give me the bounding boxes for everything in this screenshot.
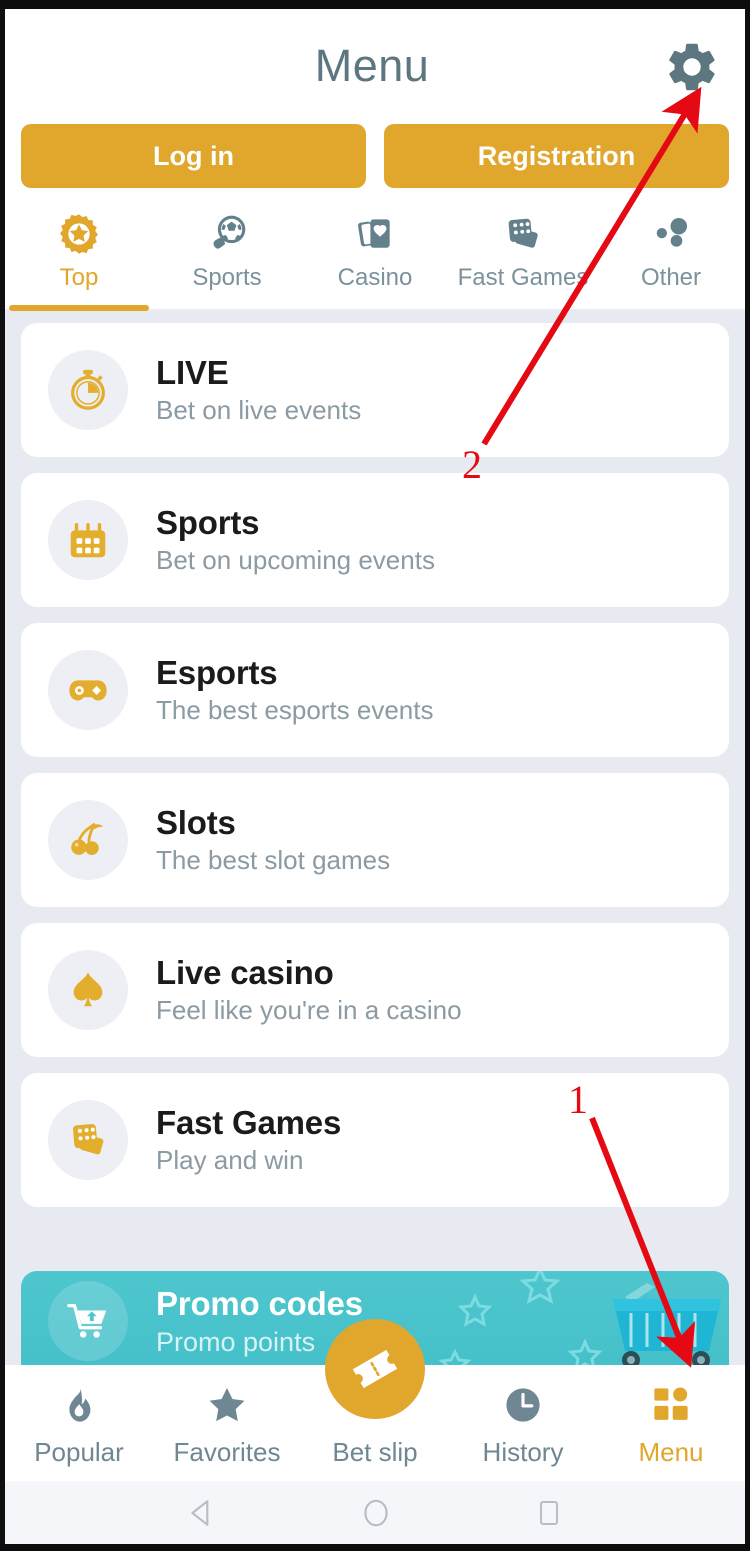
menu-item-title: LIVE bbox=[156, 353, 229, 391]
menu-item-sports[interactable]: Sports Bet on upcoming events bbox=[21, 473, 729, 607]
shopping-basket-art bbox=[438, 1271, 721, 1365]
app-container: Menu Log in Registration Top Sports Casi… bbox=[5, 9, 745, 1544]
tab-top[interactable]: Top bbox=[5, 207, 153, 311]
nav-item-favorites[interactable]: Favorites bbox=[153, 1365, 301, 1481]
tab-fast-games[interactable]: Fast Games bbox=[449, 207, 597, 309]
menu-item-text: Fast Games Play and win bbox=[156, 1104, 341, 1177]
playing-cards-icon bbox=[353, 209, 397, 259]
gear-icon bbox=[669, 43, 715, 91]
spade-icon bbox=[48, 950, 128, 1030]
nav-label: History bbox=[482, 1436, 564, 1467]
triangle-back-icon[interactable] bbox=[185, 1496, 219, 1530]
registration-button[interactable]: Registration bbox=[384, 124, 729, 188]
menu-item-text: LIVE Bet on live events bbox=[156, 354, 361, 427]
tab-label: Sports bbox=[192, 264, 262, 291]
dice-cards-icon bbox=[501, 209, 545, 259]
menu-item-subtitle: Feel like you're in a casino bbox=[156, 995, 462, 1026]
auth-buttons-row: Log in Registration bbox=[5, 124, 745, 188]
dots-cluster-icon bbox=[649, 209, 693, 259]
tab-other[interactable]: Other bbox=[597, 207, 745, 309]
tab-label: Top bbox=[59, 264, 99, 291]
menu-item-live-casino[interactable]: Live casino Feel like you're in a casino bbox=[21, 923, 729, 1057]
gamepad-icon bbox=[48, 650, 128, 730]
bottom-navigation: Popular Favorites Bet slip History Menu bbox=[5, 1319, 745, 1481]
android-system-bar bbox=[5, 1481, 745, 1544]
menu-list: LIVE Bet on live events Sports Bet on up… bbox=[5, 311, 745, 1365]
menu-item-fast-games[interactable]: Fast Games Play and win bbox=[21, 1073, 729, 1207]
menu-item-text: Esports The best esports events bbox=[156, 654, 433, 727]
stopwatch-icon bbox=[48, 350, 128, 430]
tab-label: Casino bbox=[337, 264, 413, 291]
settings-gear-button[interactable] bbox=[661, 36, 723, 98]
circle-home-icon[interactable] bbox=[359, 1496, 393, 1530]
dice-cards-icon bbox=[48, 1100, 128, 1180]
tab-sports[interactable]: Sports bbox=[153, 207, 301, 309]
menu-item-title: Esports bbox=[156, 653, 278, 691]
device-bezel-right bbox=[745, 0, 750, 1551]
soccer-ball-pin-icon bbox=[205, 209, 249, 259]
menu-item-live[interactable]: LIVE Bet on live events bbox=[21, 323, 729, 457]
cherries-icon bbox=[48, 800, 128, 880]
menu-item-title: Fast Games bbox=[156, 1103, 342, 1141]
flame-icon bbox=[58, 1379, 100, 1431]
login-button[interactable]: Log in bbox=[21, 124, 366, 188]
menu-item-text: Sports Bet on upcoming events bbox=[156, 504, 435, 577]
menu-item-title: Sports bbox=[156, 503, 260, 541]
nav-label: Favorites bbox=[173, 1436, 281, 1467]
ticket-icon bbox=[352, 1349, 398, 1389]
category-tabs: Top Sports Casino Fast Games Other bbox=[5, 207, 745, 311]
grid-menu-icon bbox=[650, 1379, 692, 1431]
menu-item-text: Slots The best slot games bbox=[156, 804, 390, 877]
tab-label: Other bbox=[640, 264, 702, 291]
tab-casino[interactable]: Casino bbox=[301, 207, 449, 309]
star-icon bbox=[205, 1379, 249, 1431]
nav-label: Bet slip bbox=[332, 1436, 418, 1467]
app-header: Menu bbox=[5, 9, 745, 122]
clock-icon bbox=[502, 1379, 544, 1431]
menu-item-title: Live casino bbox=[156, 953, 334, 991]
screenshot-root: Menu Log in Registration Top Sports Casi… bbox=[0, 0, 750, 1551]
nav-label: Popular bbox=[34, 1436, 124, 1467]
nav-item-bet-slip[interactable]: Bet slip bbox=[301, 1319, 449, 1481]
menu-item-subtitle: The best esports events bbox=[156, 695, 434, 726]
promo-title: Promo codes bbox=[156, 1284, 363, 1322]
square-recents-icon[interactable] bbox=[533, 1497, 565, 1529]
menu-item-subtitle: The best slot games bbox=[156, 845, 391, 876]
device-bezel-bottom bbox=[0, 1544, 750, 1551]
device-bezel-left bbox=[0, 0, 5, 1551]
menu-item-esports[interactable]: Esports The best esports events bbox=[21, 623, 729, 757]
menu-item-subtitle: Play and win bbox=[156, 1145, 304, 1176]
device-bezel-top bbox=[0, 0, 750, 9]
menu-item-subtitle: Bet on upcoming events bbox=[156, 545, 435, 576]
menu-item-text: Live casino Feel like you're in a casino bbox=[156, 954, 462, 1027]
bet-slip-fab[interactable] bbox=[325, 1319, 425, 1419]
tab-label: Fast Games bbox=[457, 264, 589, 291]
shopping-cart-icon bbox=[48, 1281, 128, 1361]
nav-item-menu[interactable]: Menu bbox=[597, 1365, 745, 1481]
nav-item-history[interactable]: History bbox=[449, 1365, 597, 1481]
menu-item-title: Slots bbox=[156, 803, 236, 841]
calendar-icon bbox=[48, 500, 128, 580]
menu-item-subtitle: Bet on live events bbox=[156, 395, 362, 426]
menu-item-slots[interactable]: Slots The best slot games bbox=[21, 773, 729, 907]
page-title: Menu bbox=[314, 39, 430, 91]
nav-item-popular[interactable]: Popular bbox=[5, 1365, 153, 1481]
nav-label: Menu bbox=[638, 1436, 704, 1467]
star-burst-icon bbox=[57, 209, 101, 259]
